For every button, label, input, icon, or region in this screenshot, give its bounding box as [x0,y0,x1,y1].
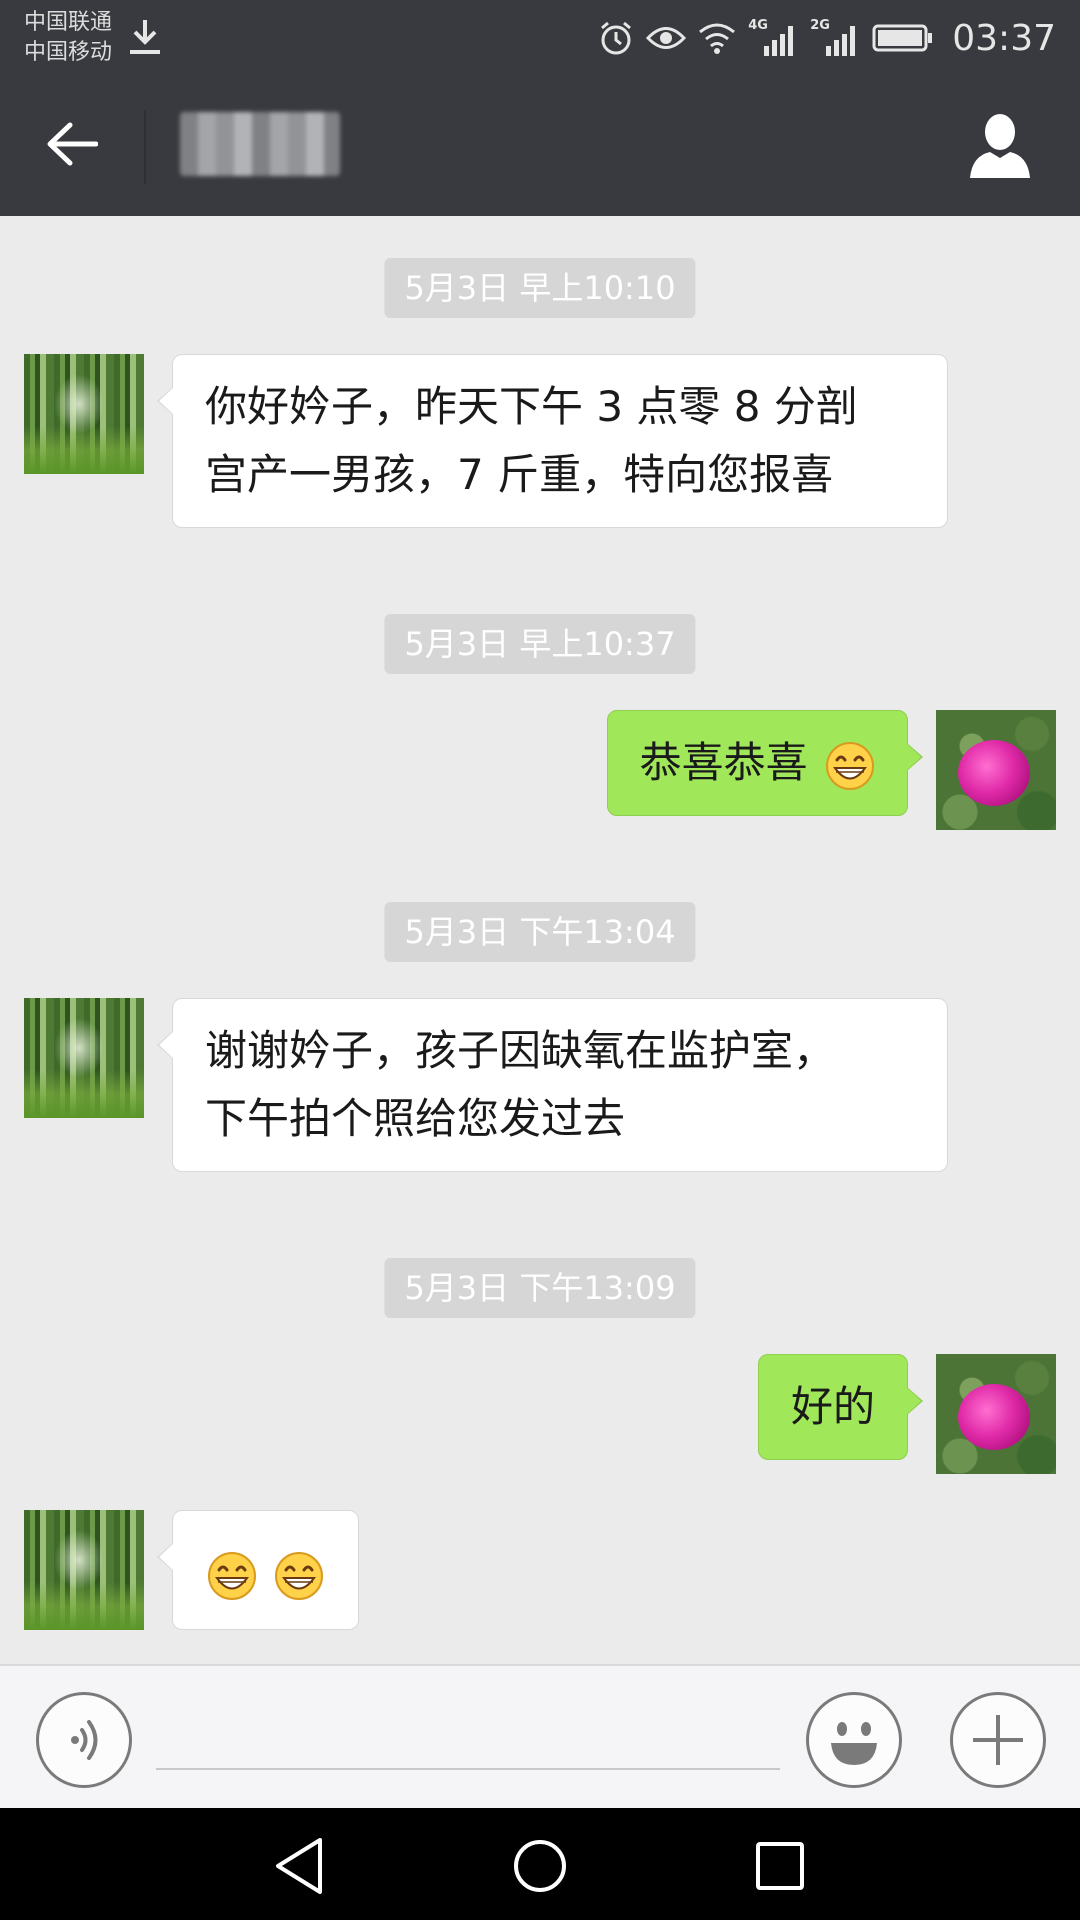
wifi-icon [699,23,736,54]
message-text: 好的 [790,1382,875,1431]
alarm-icon [601,21,632,55]
home-circle-icon[interactable] [508,1834,572,1898]
my-avatar[interactable] [936,1354,1056,1474]
back-triangle-icon[interactable] [268,1834,332,1898]
arrow-left-icon [47,122,98,166]
status-bar: 中国联通 中国移动 4G 2G 03:37 [0,0,1080,78]
clock: 03:37 [952,17,1056,59]
header-divider [144,110,146,184]
grin-emoji-icon [826,741,874,790]
voice-button[interactable] [36,1692,132,1788]
message-line: 谢谢妗子，孩子因缺氧在监护室， [205,1026,836,1075]
message-line: 你好妗子，昨天下午 3 点零 8 分剖 [205,382,858,431]
incoming-message[interactable]: 谢谢妗子，孩子因缺氧在监护室， 下午拍个照给您发过去 [157,998,948,1172]
outgoing-message[interactable]: 好的 [757,1354,924,1460]
outgoing-message[interactable]: 恭喜恭喜 [606,710,924,816]
carrier-info: 中国联通 中国移动 [24,8,112,68]
profile-button[interactable] [968,112,1032,180]
emoji-button[interactable] [806,1692,902,1788]
more-button[interactable] [950,1692,1046,1788]
contact-name-blurred [180,112,340,176]
contact-avatar[interactable] [24,1510,144,1630]
system-nav-bar [0,1808,1080,1920]
incoming-emoji-message[interactable] [156,1510,360,1630]
status-icons: 4G 2G 03:37 [598,14,1056,62]
contact-avatar[interactable] [24,998,144,1118]
message-text: 恭喜恭喜 [639,738,808,787]
message-timestamp: 5月3日 下午13:04 [384,902,696,962]
grin-emoji-icon [275,1551,324,1600]
recents-square-icon[interactable] [748,1834,812,1898]
my-avatar[interactable] [936,710,1056,830]
plus-icon [973,1715,1023,1765]
battery-icon [872,24,933,52]
message-timestamp: 5月3日 早上10:10 [384,258,696,318]
message-line: 宫产一男孩，7 斤重，特向您报喜 [205,450,834,499]
chat-header [0,78,1080,216]
incoming-message[interactable]: 你好妗子，昨天下午 3 点零 8 分剖 宫产一男孩，7 斤重，特向您报喜 [157,354,948,528]
message-timestamp: 5月3日 早上10:37 [384,614,696,674]
carrier-2: 中国移动 [24,40,113,65]
input-bar [0,1664,1080,1808]
person-icon [970,114,1030,178]
carrier-1: 中国联通 [24,10,113,35]
message-input[interactable] [156,1702,780,1770]
download-icon [130,20,160,54]
eye-icon [646,27,687,49]
smiley-icon [831,1722,877,1765]
signal-4g-icon: 4G [748,18,798,58]
signal-2g-icon: 2G [810,18,860,58]
contact-avatar[interactable] [24,354,144,474]
back-button[interactable] [40,112,104,176]
message-line: 下午拍个照给您发过去 [205,1094,626,1143]
message-timestamp: 5月3日 下午13:09 [384,1258,696,1318]
voice-icon [71,1720,98,1760]
grin-emoji-icon [208,1551,256,1600]
